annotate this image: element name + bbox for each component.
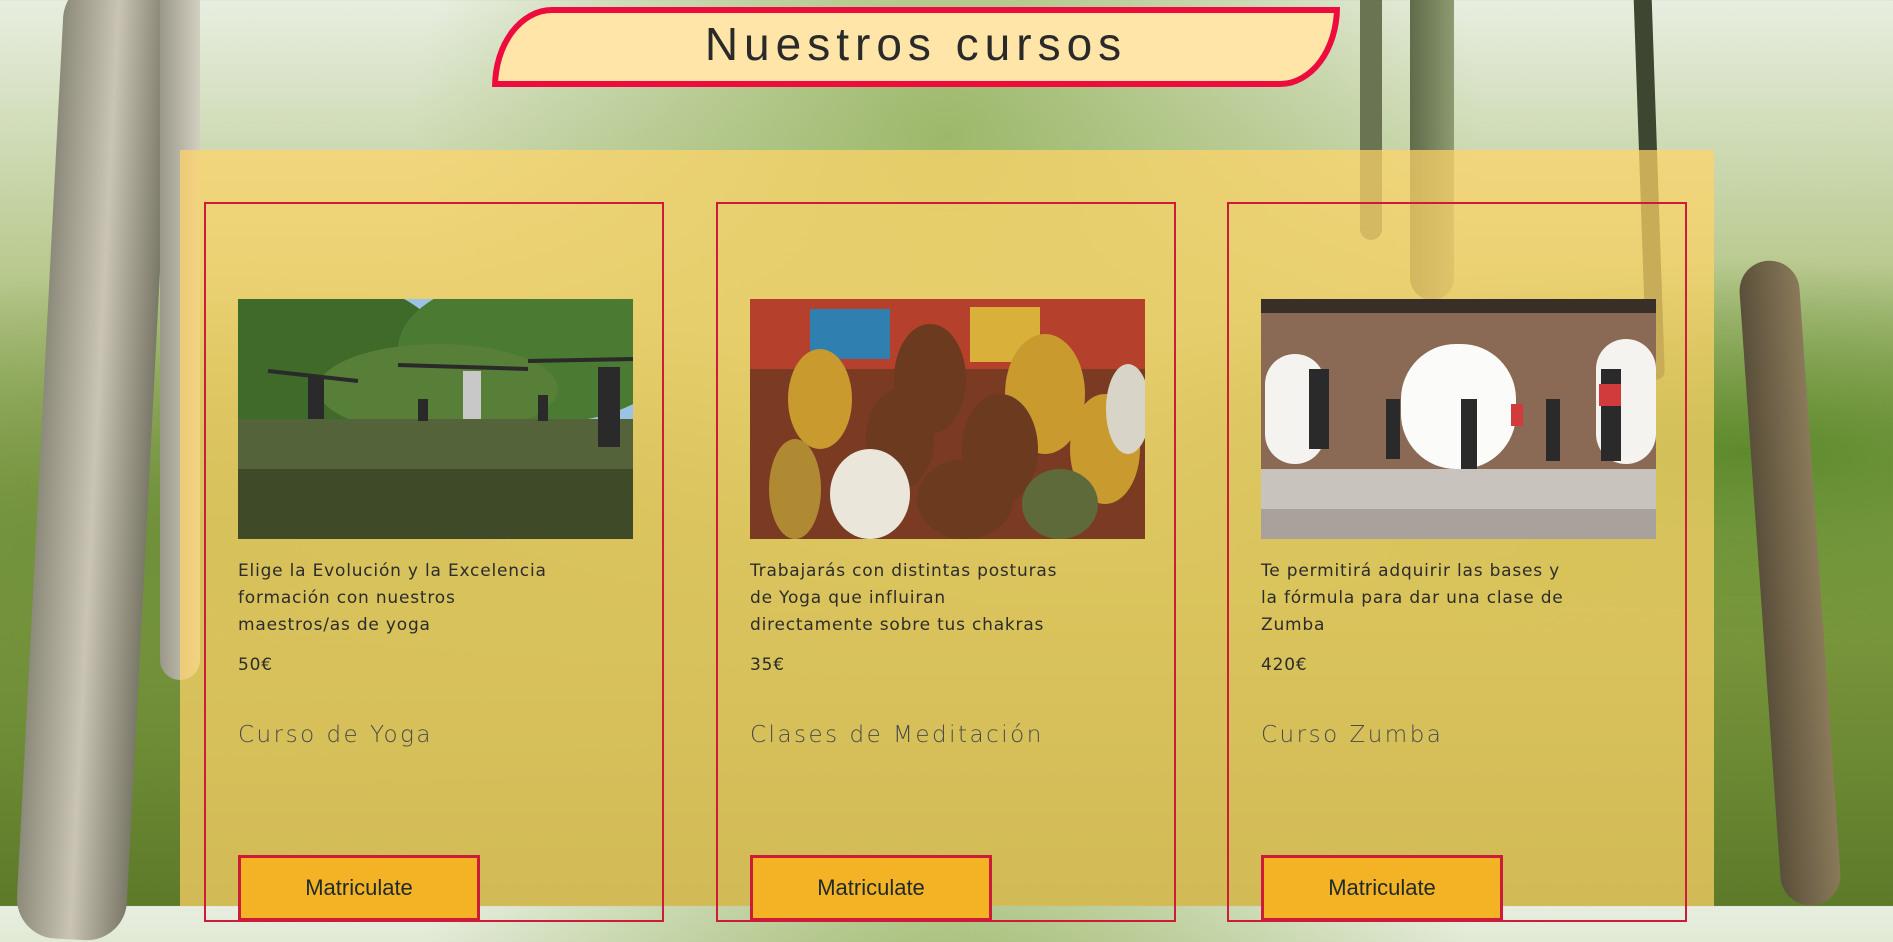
course-card-zumba: Te permitirá adquirir las bases y la fór… <box>1227 202 1687 922</box>
course-name: Curso Zumba <box>1261 722 1444 748</box>
course-price: 35€ <box>750 655 785 675</box>
course-description: Elige la Evolución y la Excelencia forma… <box>238 561 547 635</box>
course-name: Clases de Meditación <box>750 722 1044 748</box>
zumba-class-photo <box>1261 299 1656 539</box>
course-price: 420€ <box>1261 655 1308 675</box>
course-name: Curso de Yoga <box>238 722 433 748</box>
enroll-button-zumba[interactable]: Matriculate <box>1261 855 1503 921</box>
course-card-yoga: Elige la Evolución y la Excelencia forma… <box>204 202 664 922</box>
enroll-button-meditation[interactable]: Matriculate <box>750 855 992 921</box>
course-price: 50€ <box>238 655 273 675</box>
courses-panel: Elige la Evolución y la Excelencia forma… <box>180 150 1714 922</box>
enroll-button-yoga[interactable]: Matriculate <box>238 855 480 921</box>
buddha-statues-photo <box>750 299 1145 539</box>
page-title: Nuestros cursos <box>704 18 1128 70</box>
course-description: Trabajarás con distintas posturas de Yog… <box>750 561 1058 635</box>
course-card-meditation: Trabajarás con distintas posturas de Yog… <box>716 202 1176 922</box>
yoga-class-photo <box>238 299 633 539</box>
section-title-banner: Nuestros cursos <box>492 7 1340 87</box>
course-description: Te permitirá adquirir las bases y la fór… <box>1261 561 1564 635</box>
